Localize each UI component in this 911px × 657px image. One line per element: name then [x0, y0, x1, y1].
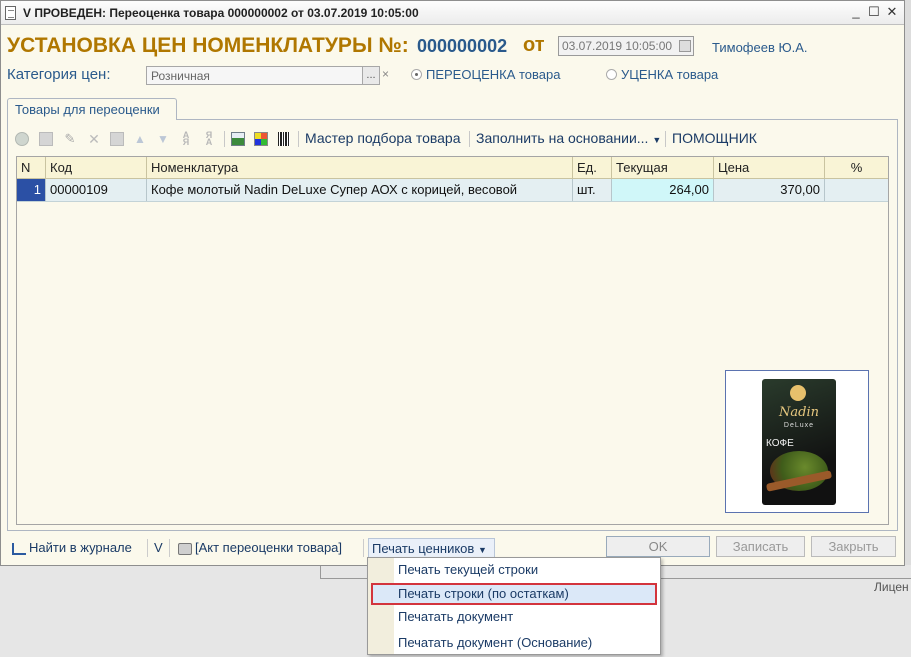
maximize-button[interactable]: ☐: [867, 5, 881, 19]
row-nomenclature[interactable]: Кофе молотый Nadin DeLuxe Супер АОХ с ко…: [147, 179, 573, 201]
revaluation-act-link[interactable]: [Акт переоценки товара]: [195, 540, 342, 555]
brand-badge: [790, 385, 806, 401]
title-bar[interactable]: V ПРОВЕДЕН: Переоценка товара 000000002 …: [1, 1, 904, 25]
fill-based-on-label: Заполнить на основании...: [476, 130, 649, 146]
sort-desc-icon[interactable]: ЯA: [202, 131, 216, 147]
copy-icon[interactable]: [39, 132, 53, 146]
package-product-name: КОФЕ: [766, 438, 794, 449]
assistant-button[interactable]: ПОМОЩНИК: [672, 130, 757, 146]
menu-gutter: [368, 558, 394, 654]
bottom-separator: [147, 539, 148, 557]
column-header-price[interactable]: Цена: [714, 157, 825, 179]
product-image: Nadin DeLuxe КОФЕ: [725, 370, 869, 513]
radio-revaluation-indicator[interactable]: [411, 69, 422, 80]
document-heading: УСТАНОВКА ЦЕН НОМЕНКЛАТУРЫ №:: [7, 34, 409, 57]
row-number[interactable]: 1: [17, 179, 46, 201]
date-field[interactable]: 03.07.2019 10:05:00: [558, 36, 694, 56]
v-link[interactable]: V: [154, 540, 163, 555]
menu-item-print-rows-by-stock[interactable]: Печать строки (по остаткам): [398, 586, 569, 601]
radio-markdown-label: УЦЕНКА товара: [621, 67, 719, 82]
menu-item-print-document[interactable]: Печатать документ: [398, 609, 513, 624]
price-category-clear-icon[interactable]: ×: [382, 67, 389, 81]
radio-revaluation[interactable]: ПЕРЕОЦЕНКА товара: [411, 67, 561, 82]
menu-item-print-document-basis[interactable]: Печатать документ (Основание): [398, 635, 592, 650]
move-down-icon[interactable]: ▼: [156, 132, 170, 146]
tab-goods-for-revaluation[interactable]: Товары для переоценки: [7, 98, 177, 120]
column-header-n[interactable]: N: [17, 157, 46, 179]
radio-markdown[interactable]: УЦЕНКА товара: [606, 67, 718, 82]
calculator-icon[interactable]: [231, 132, 245, 146]
add-icon[interactable]: [15, 132, 29, 146]
row-percent[interactable]: [825, 179, 888, 201]
package-brand: Nadin: [779, 405, 819, 420]
document-icon: [5, 6, 16, 20]
radio-markdown-indicator[interactable]: [606, 69, 617, 80]
column-header-percent[interactable]: %: [825, 157, 888, 179]
delete-icon[interactable]: ✕: [87, 132, 101, 146]
radio-revaluation-label: ПЕРЕОЦЕНКА товара: [426, 67, 561, 82]
price-category-select-button[interactable]: ...: [362, 66, 380, 85]
color-palette-icon[interactable]: [254, 132, 268, 146]
row-price[interactable]: 370,00: [714, 179, 825, 201]
table-header: N Код Номенклатура Ед. Текущая Цена %: [17, 157, 888, 179]
package-subbrand: DeLuxe: [783, 422, 815, 429]
sort-asc-icon[interactable]: AЯ: [179, 131, 193, 147]
find-in-journal-link[interactable]: Найти в журнале: [29, 540, 132, 555]
table-row[interactable]: 1 00000109 Кофе молотый Nadin DeLuxe Суп…: [17, 179, 888, 202]
print-price-tags-dropdown[interactable]: Печать ценников ▼: [368, 538, 495, 558]
column-header-current-price[interactable]: Текущая: [612, 157, 714, 179]
bottom-separator: [363, 539, 364, 557]
column-header-nomenclature[interactable]: Номенклатура: [147, 157, 573, 179]
column-header-unit[interactable]: Ед.: [573, 157, 612, 179]
calendar-icon[interactable]: [679, 40, 691, 52]
dropdown-arrow-icon: ▼: [477, 545, 487, 555]
price-category-field[interactable]: Розничная: [146, 66, 379, 85]
ok-button[interactable]: OK: [606, 536, 710, 557]
from-label: от: [523, 34, 545, 56]
date-value: 03.07.2019 10:05:00: [562, 39, 673, 53]
product-selection-wizard-button[interactable]: Мастер подбора товара: [305, 130, 461, 146]
fill-based-on-button[interactable]: Заполнить на основании... ▼: [476, 130, 661, 146]
close-button[interactable]: Закрыть: [811, 536, 896, 557]
toolbar-separator: [665, 131, 666, 147]
journal-icon: [12, 543, 26, 555]
toolbar-separator: [298, 131, 299, 147]
barcode-icon[interactable]: [278, 132, 290, 146]
edit-icon[interactable]: ✎: [63, 132, 77, 146]
document-number: 000000002: [417, 36, 508, 56]
printer-icon: [178, 543, 192, 555]
background-window-edge: [905, 0, 911, 657]
window-title: V ПРОВЕДЕН: Переоценка товара 000000002 …: [23, 6, 419, 20]
row-unit[interactable]: шт.: [573, 179, 612, 201]
print-price-tags-label: Печать ценников: [372, 541, 475, 556]
close-window-button[interactable]: ✕: [885, 5, 899, 19]
toolbar-separator: [469, 131, 470, 147]
coffee-package-picture: Nadin DeLuxe КОФЕ: [762, 379, 836, 505]
author-name: Тимофеев Ю.А.: [712, 40, 808, 55]
row-code[interactable]: 00000109: [46, 179, 147, 201]
price-category-label: Категория цен:: [7, 66, 111, 83]
background-license-text: Лицен: [874, 580, 909, 594]
print-dropdown-menu: Печать текущей строки Печать строки (по …: [367, 557, 661, 655]
column-header-code[interactable]: Код: [46, 157, 147, 179]
bottom-separator: [169, 539, 170, 557]
row-current-price[interactable]: 264,00: [612, 179, 714, 201]
menu-item-print-current-row[interactable]: Печать текущей строки: [398, 562, 538, 577]
move-up-icon[interactable]: ▲: [133, 132, 147, 146]
toolbar-separator: [224, 131, 225, 147]
save-button[interactable]: Записать: [716, 536, 805, 557]
minimize-button[interactable]: _: [849, 5, 863, 19]
document-window: V ПРОВЕДЕН: Переоценка товара 000000002 …: [0, 0, 905, 566]
dropdown-arrow-icon: ▼: [652, 135, 662, 145]
save-icon[interactable]: [110, 132, 124, 146]
